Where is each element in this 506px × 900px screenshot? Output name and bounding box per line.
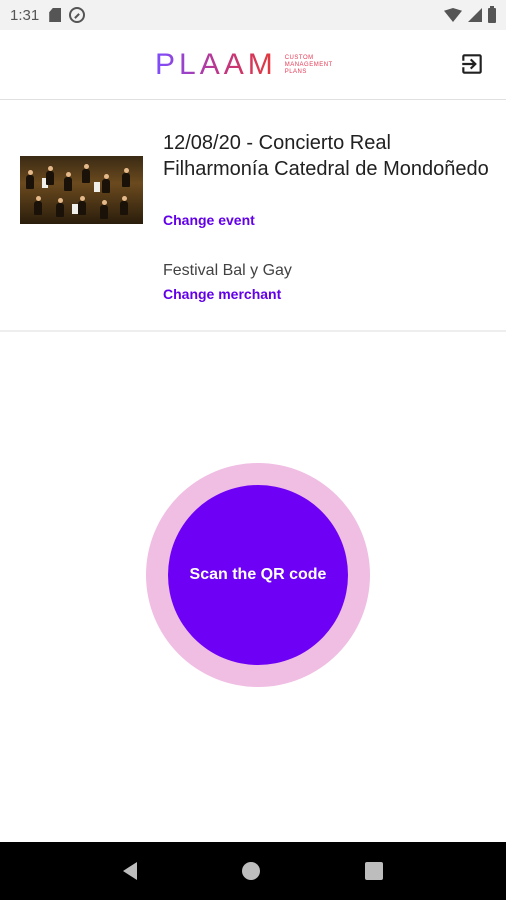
event-title: 12/08/20 - Concierto Real Filharmonía Ca… [163, 132, 489, 180]
sd-card-icon [49, 8, 62, 22]
system-nav-bar [0, 842, 506, 900]
status-time: 1:31 [10, 6, 40, 24]
plaam-logo: PLAAM CUSTOM MANAGEMENT PLANS [155, 50, 333, 80]
scan-button-halo: Scan the QR code [146, 463, 370, 687]
recents-icon[interactable] [365, 862, 384, 880]
logo-tagline-line: CUSTOM [284, 54, 314, 61]
back-icon[interactable] [122, 862, 137, 880]
logout-button[interactable] [458, 50, 486, 78]
wifi-icon [444, 8, 462, 22]
logo-tagline-line: PLANS [284, 68, 307, 75]
battery-icon [488, 5, 496, 23]
logo-tagline-line: MANAGEMENT [284, 61, 333, 68]
sync-icon [69, 7, 86, 23]
event-card: 12/08/20 - Concierto Real Filharmonía Ca… [0, 100, 506, 332]
logo-tagline: CUSTOM MANAGEMENT PLANS [285, 55, 333, 76]
scan-qr-label: Scan the QR code [189, 566, 327, 583]
app-header: PLAAM CUSTOM MANAGEMENT PLANS [0, 30, 506, 100]
signal-icon [468, 8, 482, 22]
scan-qr-button[interactable]: Scan the QR code [168, 485, 348, 665]
status-indicators [444, 5, 496, 23]
event-thumbnail [20, 156, 143, 224]
merchant-name: Festival Bal y Gay [163, 262, 292, 279]
home-icon[interactable] [241, 862, 260, 880]
status-bar: 1:31 [0, 0, 506, 30]
logo-wordmark: PLAAM [155, 48, 277, 81]
logout-icon [462, 54, 482, 74]
change-event-link[interactable]: Change event [163, 212, 255, 228]
change-merchant-link[interactable]: Change merchant [163, 286, 281, 302]
